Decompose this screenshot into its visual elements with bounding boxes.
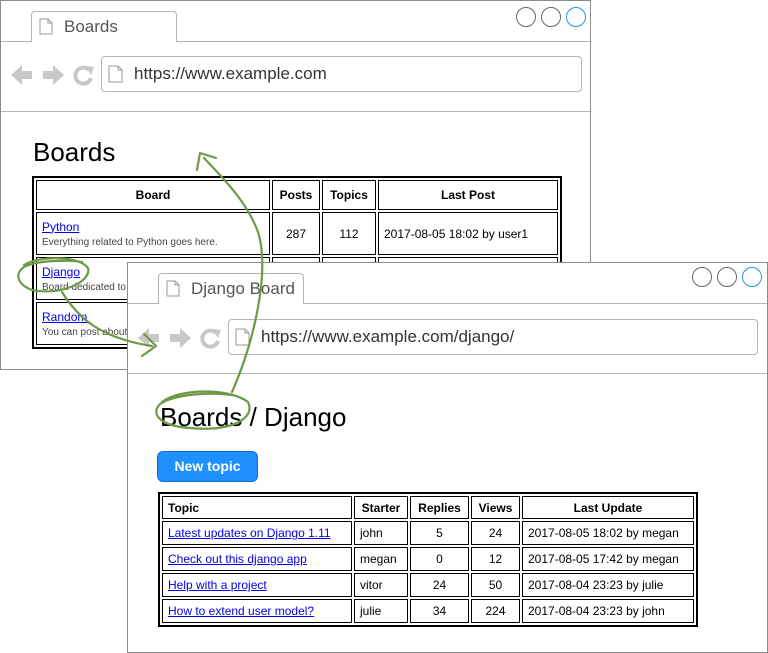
board-description: Everything related to Python goes here. <box>42 236 218 248</box>
window-control-icon[interactable] <box>692 267 712 287</box>
posts-count: 287 <box>272 212 320 255</box>
board-link-django[interactable]: Django <box>42 265 80 279</box>
column-header: Last Post <box>378 180 558 210</box>
url-text: https://www.example.com <box>134 64 327 83</box>
title-bar: Django Board <box>128 263 767 304</box>
new-topic-button[interactable]: New topic <box>157 451 258 482</box>
title-bar: Boards <box>1 1 590 42</box>
table-header-row: Board Posts Topics Last Post <box>36 180 558 210</box>
starter: vitor <box>354 573 408 597</box>
tab-title: Django Board <box>191 279 295 298</box>
starter: julie <box>354 599 408 623</box>
topic-link[interactable]: How to extend user model? <box>168 604 314 618</box>
replies-count: 24 <box>410 573 469 597</box>
table-row: Latest updates on Django 1.11 john 5 24 … <box>162 521 694 545</box>
topics-count: 112 <box>322 212 376 255</box>
table-row: Help with a project vitor 24 50 2017-08-… <box>162 573 694 597</box>
forward-arrow-icon[interactable] <box>170 328 191 348</box>
tab-title: Boards <box>64 17 118 36</box>
starter: megan <box>354 547 408 571</box>
topic-cell: Check out this django app <box>162 547 352 571</box>
replies-count: 0 <box>410 547 469 571</box>
forward-arrow-icon[interactable] <box>43 65 64 85</box>
column-header: Starter <box>354 496 408 519</box>
board-cell: Python Everything related to Python goes… <box>36 212 270 255</box>
views-count: 12 <box>471 547 520 571</box>
last-update: 2017-08-05 18:02 by megan <box>522 521 694 545</box>
last-post: 2017-08-05 18:02 by user1 <box>378 212 558 255</box>
column-header: Replies <box>410 496 469 519</box>
board-link-random[interactable]: Random <box>42 310 87 324</box>
back-arrow-icon[interactable] <box>138 328 159 348</box>
column-header: Topics <box>322 180 376 210</box>
navigation-bar: https://www.example.com <box>1 42 590 112</box>
navigation-bar: https://www.example.com/django/ <box>128 304 767 374</box>
replies-count: 34 <box>410 599 469 623</box>
browser-tab[interactable]: Boards <box>31 11 177 42</box>
document-icon <box>166 280 180 297</box>
document-icon <box>39 18 53 35</box>
browser-tab[interactable]: Django Board <box>158 273 304 304</box>
browser-window-django: Django Board https://www.example.com/dja… <box>127 262 768 653</box>
topic-link[interactable]: Latest updates on Django 1.11 <box>168 526 331 540</box>
table-row: Python Everything related to Python goes… <box>36 212 558 255</box>
document-icon <box>235 328 250 346</box>
window-control-icon[interactable] <box>541 7 561 27</box>
column-header: Topic <box>162 496 352 519</box>
reload-icon[interactable] <box>73 65 94 86</box>
starter: john <box>354 521 408 545</box>
document-icon <box>108 65 123 83</box>
topic-cell: Latest updates on Django 1.11 <box>162 521 352 545</box>
address-bar[interactable]: https://www.example.com/django/ <box>228 319 758 355</box>
board-link-python[interactable]: Python <box>42 220 79 234</box>
topic-cell: Help with a project <box>162 573 352 597</box>
page-title: Boards / Django <box>160 402 347 432</box>
window-control-icon[interactable] <box>717 267 737 287</box>
views-count: 224 <box>471 599 520 623</box>
column-header: Last Update <box>522 496 694 519</box>
topic-link[interactable]: Check out this django app <box>168 552 307 566</box>
topic-link[interactable]: Help with a project <box>168 578 267 592</box>
table-row: How to extend user model? julie 34 224 2… <box>162 599 694 623</box>
address-bar[interactable]: https://www.example.com <box>101 56 582 92</box>
window-control-icon[interactable] <box>566 7 586 27</box>
navigation-icons <box>11 65 94 86</box>
last-update: 2017-08-04 23:23 by julie <box>522 573 694 597</box>
replies-count: 5 <box>410 521 469 545</box>
window-control-icon[interactable] <box>742 267 762 287</box>
column-header: Board <box>36 180 270 210</box>
window-control-icon[interactable] <box>516 7 536 27</box>
topic-cell: How to extend user model? <box>162 599 352 623</box>
reload-icon[interactable] <box>200 328 221 349</box>
last-update: 2017-08-05 17:42 by megan <box>522 547 694 571</box>
column-header: Posts <box>272 180 320 210</box>
table-row: Check out this django app megan 0 12 201… <box>162 547 694 571</box>
page-title: Boards <box>33 137 116 167</box>
topics-table: Topic Starter Replies Views Last Update … <box>158 492 698 627</box>
column-header: Views <box>471 496 520 519</box>
back-arrow-icon[interactable] <box>11 65 32 85</box>
last-update: 2017-08-04 23:23 by john <box>522 599 694 623</box>
navigation-icons <box>138 328 221 349</box>
views-count: 50 <box>471 573 520 597</box>
url-text: https://www.example.com/django/ <box>261 327 515 346</box>
table-header-row: Topic Starter Replies Views Last Update <box>162 496 694 519</box>
views-count: 24 <box>471 521 520 545</box>
